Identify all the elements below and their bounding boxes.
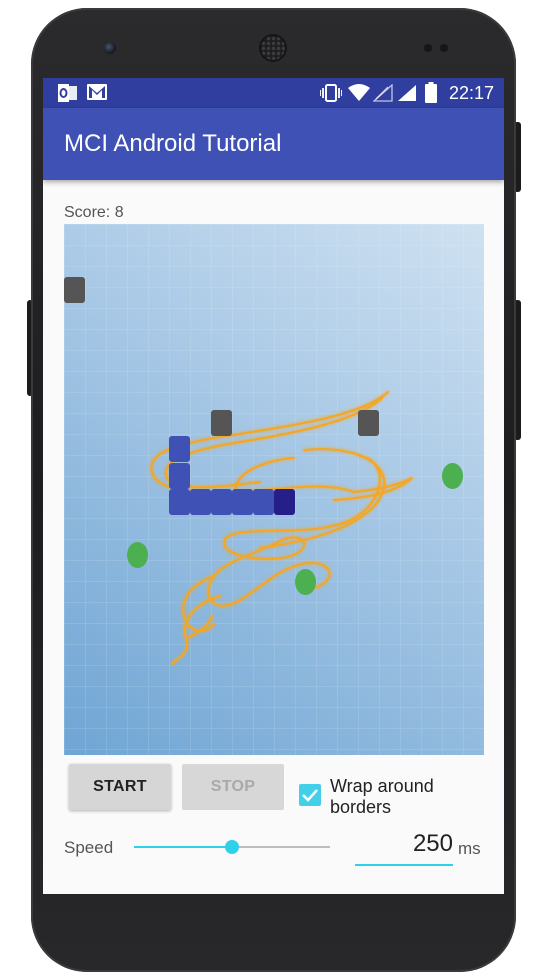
speed-input-underline bbox=[355, 864, 453, 866]
speed-slider-fill bbox=[134, 846, 232, 848]
snake-segment bbox=[169, 436, 190, 462]
gmail-icon bbox=[87, 84, 107, 105]
signal-empty-icon bbox=[372, 83, 393, 107]
obstacle bbox=[358, 410, 379, 436]
proximity-sensor bbox=[424, 44, 432, 52]
speed-unit: ms bbox=[458, 839, 481, 858]
wifi-icon bbox=[348, 84, 370, 107]
snake-segment bbox=[253, 489, 274, 515]
wrap-around-label: Wrap around borders bbox=[330, 776, 434, 817]
obstacle bbox=[64, 277, 85, 303]
start-button[interactable]: START bbox=[69, 764, 171, 810]
status-bar: 22:17 bbox=[43, 78, 504, 108]
app-bar: MCI Android Tutorial bbox=[43, 108, 504, 180]
snake-segment bbox=[190, 489, 211, 515]
light-sensor bbox=[440, 44, 448, 52]
score-value: 8 bbox=[114, 204, 124, 221]
snake-segment bbox=[211, 489, 232, 515]
snake-segment bbox=[169, 489, 190, 515]
signal-icon bbox=[397, 84, 417, 107]
food bbox=[295, 569, 316, 595]
front-camera bbox=[104, 42, 116, 54]
speed-label: Speed bbox=[64, 838, 114, 857]
check-icon bbox=[302, 789, 318, 802]
food bbox=[442, 463, 463, 489]
score-label: Score: 8 bbox=[64, 204, 124, 222]
food bbox=[127, 542, 148, 568]
screen: 22:17 MCI Android Tutorial Score: 8 STAR… bbox=[43, 78, 504, 894]
speed-slider-thumb[interactable] bbox=[225, 840, 239, 854]
wrap-around-checkbox[interactable] bbox=[299, 784, 321, 806]
snake-segment bbox=[232, 489, 253, 515]
score-label-text: Score: bbox=[64, 204, 111, 221]
vibrate-icon bbox=[319, 84, 343, 107]
outlook-icon bbox=[58, 84, 78, 107]
status-time: 22:17 bbox=[448, 83, 494, 103]
obstacle bbox=[211, 410, 232, 436]
speed-slider[interactable] bbox=[134, 840, 330, 854]
stop-button[interactable]: STOP bbox=[182, 764, 284, 810]
battery-icon bbox=[425, 82, 437, 108]
game-board[interactable] bbox=[64, 224, 484, 755]
app-title: MCI Android Tutorial bbox=[64, 130, 282, 157]
snake-segment bbox=[169, 463, 190, 489]
earpiece-speaker bbox=[261, 36, 285, 60]
speed-input[interactable]: 250 bbox=[355, 830, 453, 858]
snake-head bbox=[274, 489, 295, 515]
